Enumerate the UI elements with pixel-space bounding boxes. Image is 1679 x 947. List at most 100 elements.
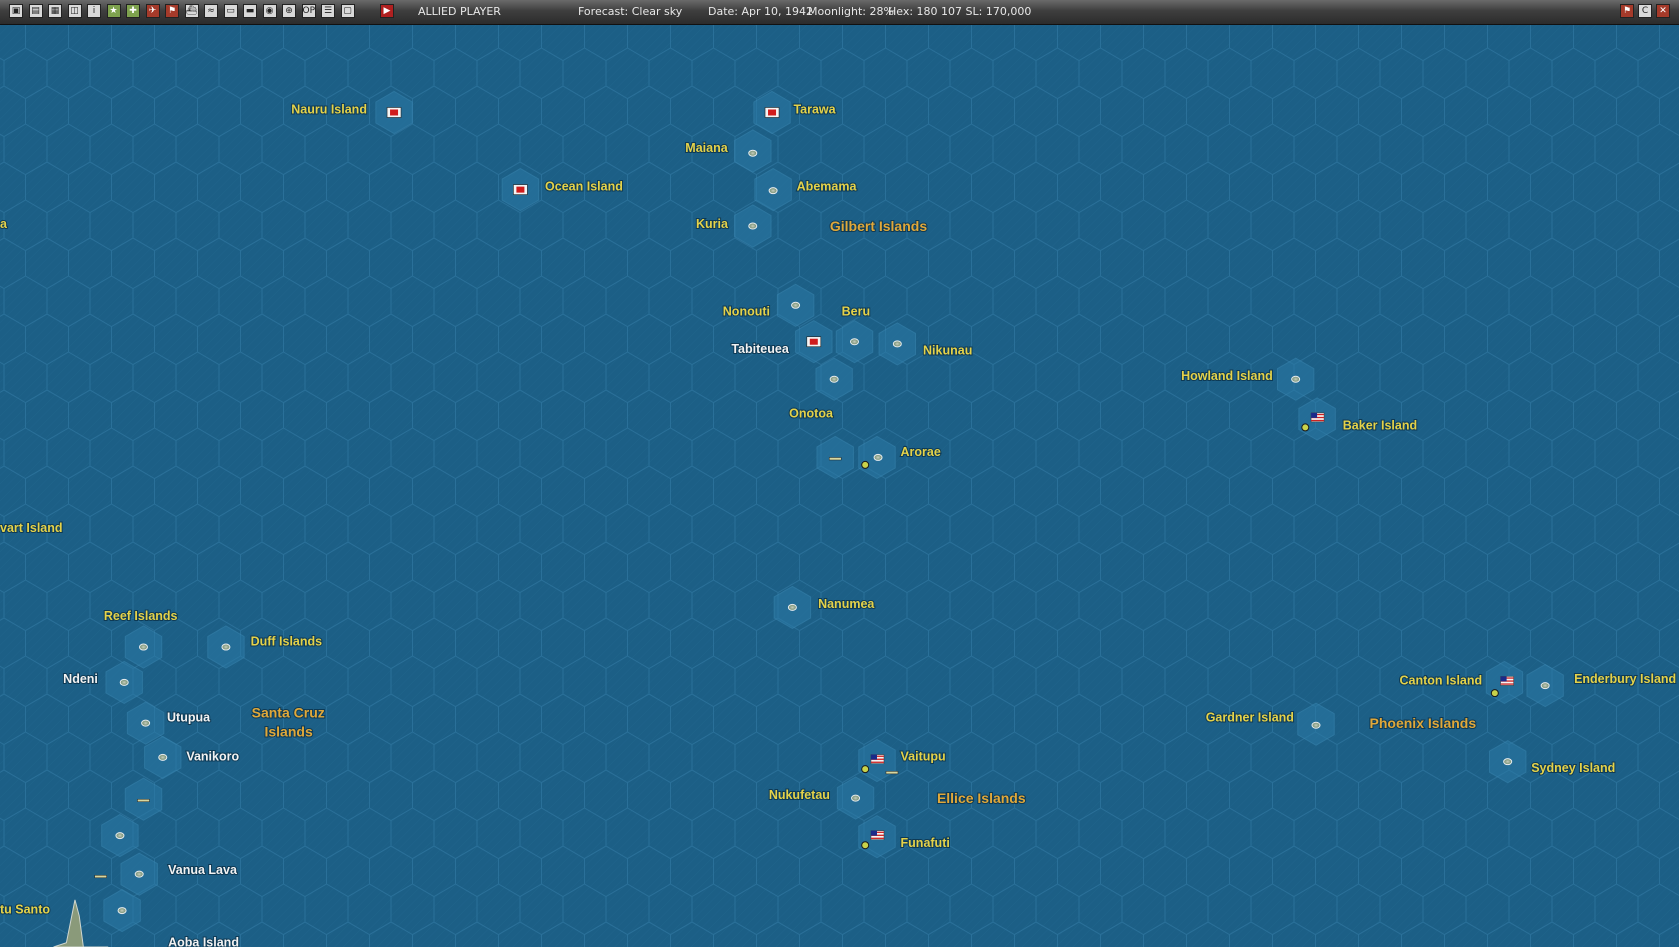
- map-label[interactable]: Aoba Island: [167, 935, 240, 947]
- airfield-marker[interactable]: [861, 841, 870, 850]
- copy-icon[interactable]: C: [1638, 4, 1652, 18]
- hex-label: Hex: 180 107 SL: 170,000: [888, 5, 1032, 18]
- atoll-shape: [115, 832, 125, 840]
- map-label[interactable]: Baker Island: [1342, 417, 1418, 433]
- map-label[interactable]: Tarawa: [792, 101, 837, 117]
- map-label[interactable]: tu Santo: [0, 902, 51, 918]
- atoll-shape: [119, 678, 129, 686]
- info-icon[interactable]: i: [87, 4, 101, 18]
- map-label[interactable]: Beru: [841, 304, 871, 320]
- map-label[interactable]: Nonouti: [722, 304, 771, 320]
- map-label[interactable]: Ndeni: [62, 671, 99, 687]
- airfield-marker[interactable]: [861, 765, 870, 774]
- map-label[interactable]: Phoenix Islands: [1369, 714, 1478, 732]
- map-label[interactable]: Nikunau: [922, 342, 973, 358]
- japanese-base-marker[interactable]: [806, 336, 822, 348]
- japanese-base-marker[interactable]: [386, 107, 402, 118]
- map-label[interactable]: Howland Island: [1180, 368, 1274, 384]
- star-icon[interactable]: ★: [106, 4, 121, 18]
- map-label[interactable]: Vanikoro: [185, 748, 240, 764]
- date-label: Date: Apr 10, 1942: [708, 5, 814, 18]
- plane-icon[interactable]: ✈: [145, 4, 160, 18]
- map-label[interactable]: Enderbury Island: [1573, 671, 1677, 687]
- ship-marker[interactable]: [137, 798, 150, 802]
- map-label[interactable]: Nanumea: [817, 596, 876, 612]
- atoll-shape: [221, 643, 231, 651]
- atoll-shape: [1311, 721, 1321, 729]
- map-label[interactable]: Santa Cruz: [251, 703, 326, 721]
- airfield-marker[interactable]: [861, 460, 870, 469]
- map-label[interactable]: Reef Islands: [103, 608, 179, 624]
- atoll-shape: [768, 187, 778, 195]
- map-label[interactable]: Onotoa: [788, 406, 835, 422]
- atoll-shape: [1503, 758, 1513, 766]
- report-icon[interactable]: ▤: [28, 4, 43, 18]
- atoll-shape: [117, 907, 127, 915]
- ship-marker[interactable]: [885, 771, 899, 775]
- map-label[interactable]: Ocean Island: [544, 178, 624, 194]
- forecast-label: Forecast: Clear sky: [578, 5, 683, 18]
- map-label[interactable]: Vaitupu: [900, 748, 947, 764]
- map-label[interactable]: Arorae: [900, 444, 942, 460]
- map-label[interactable]: Canton Island: [1399, 672, 1484, 688]
- ship-marker[interactable]: [94, 875, 107, 879]
- list-icon[interactable]: ☰: [321, 4, 335, 18]
- map-label[interactable]: Tabiteuea: [730, 341, 790, 357]
- atoll-shape: [134, 870, 144, 878]
- air-icon[interactable]: ✚: [126, 4, 140, 18]
- us-flag-marker[interactable]: [1500, 676, 1514, 686]
- atoll-shape: [787, 603, 797, 611]
- map-label[interactable]: Vanua Lava: [167, 862, 239, 878]
- map-icon[interactable]: ▦: [48, 4, 62, 18]
- japanese-base-marker[interactable]: [764, 107, 780, 118]
- us-flag-marker[interactable]: [870, 754, 885, 764]
- map-label[interactable]: Utupua: [166, 710, 212, 726]
- airfield-marker[interactable]: [1301, 423, 1310, 432]
- map-label[interactable]: Nauru Island: [290, 101, 368, 117]
- strategic-map[interactable]: Nauru Island Tarawa Maiana Abemama Ocean Isl…: [0, 24, 1679, 947]
- map-label[interactable]: Gardner Island: [1205, 710, 1295, 726]
- map-label[interactable]: Abemama: [796, 178, 859, 194]
- map-label[interactable]: Nukufetau: [768, 787, 831, 803]
- atoll-shape: [791, 301, 801, 309]
- map-label[interactable]: Gilbert Islands: [829, 217, 928, 235]
- us-flag-marker[interactable]: [870, 830, 885, 840]
- flag-icon[interactable]: ⚑: [165, 4, 179, 18]
- ship-icon[interactable]: ⛴: [184, 4, 199, 18]
- op-icon[interactable]: OP: [301, 4, 316, 18]
- map-label[interactable]: vart Island: [0, 520, 64, 536]
- map-label[interactable]: a: [0, 216, 9, 232]
- sub-icon[interactable]: ≈: [204, 4, 218, 18]
- map-label[interactable]: Kuria: [695, 216, 730, 232]
- target-icon[interactable]: ⊕: [282, 4, 296, 18]
- atoll-shape: [892, 340, 902, 348]
- airfield-marker[interactable]: [1490, 689, 1499, 698]
- map-label[interactable]: Ellice Islands: [936, 789, 1027, 807]
- atoll-shape: [873, 453, 883, 461]
- globe-icon[interactable]: ◉: [262, 4, 277, 18]
- atoll-shape: [1291, 375, 1301, 383]
- ship-marker[interactable]: [828, 457, 842, 461]
- atoll-shape: [1540, 682, 1550, 690]
- reset-icon[interactable]: ◫: [67, 4, 82, 18]
- map-label[interactable]: Maiana: [684, 140, 729, 156]
- atoll-shape: [141, 719, 151, 727]
- atoll-shape: [138, 643, 148, 651]
- japanese-base-marker[interactable]: [513, 184, 528, 195]
- map-label[interactable]: Funafuti: [900, 835, 951, 851]
- flag-toggle-icon[interactable]: ⚑: [1620, 4, 1634, 18]
- player-label: ALLIED PLAYER: [418, 5, 501, 18]
- save-icon[interactable]: ▣: [9, 4, 23, 18]
- train-icon[interactable]: ▬: [243, 4, 257, 18]
- cargo-icon[interactable]: ▭: [223, 4, 238, 18]
- top-toolbar: ▣ ▤ ▦ ◫ i ★ ✚ ✈ ⚑ ⛴ ≈ ▭ ▬ ◉ ⊕ OP ☰ ▢ ▶ ALLIED PLAYER Forec…: [0, 0, 1679, 25]
- camera-icon[interactable]: ▢: [340, 4, 355, 18]
- close-icon[interactable]: ✕: [1656, 4, 1670, 18]
- map-label[interactable]: Duff Islands: [250, 634, 324, 650]
- play-icon[interactable]: ▶: [380, 4, 394, 18]
- atoll-shape: [851, 794, 861, 802]
- moonlight-label: Moonlight: 28%: [808, 5, 894, 18]
- us-flag-marker[interactable]: [1310, 412, 1325, 423]
- map-label[interactable]: Islands: [263, 723, 313, 741]
- map-label[interactable]: Sydney Island: [1530, 760, 1616, 776]
